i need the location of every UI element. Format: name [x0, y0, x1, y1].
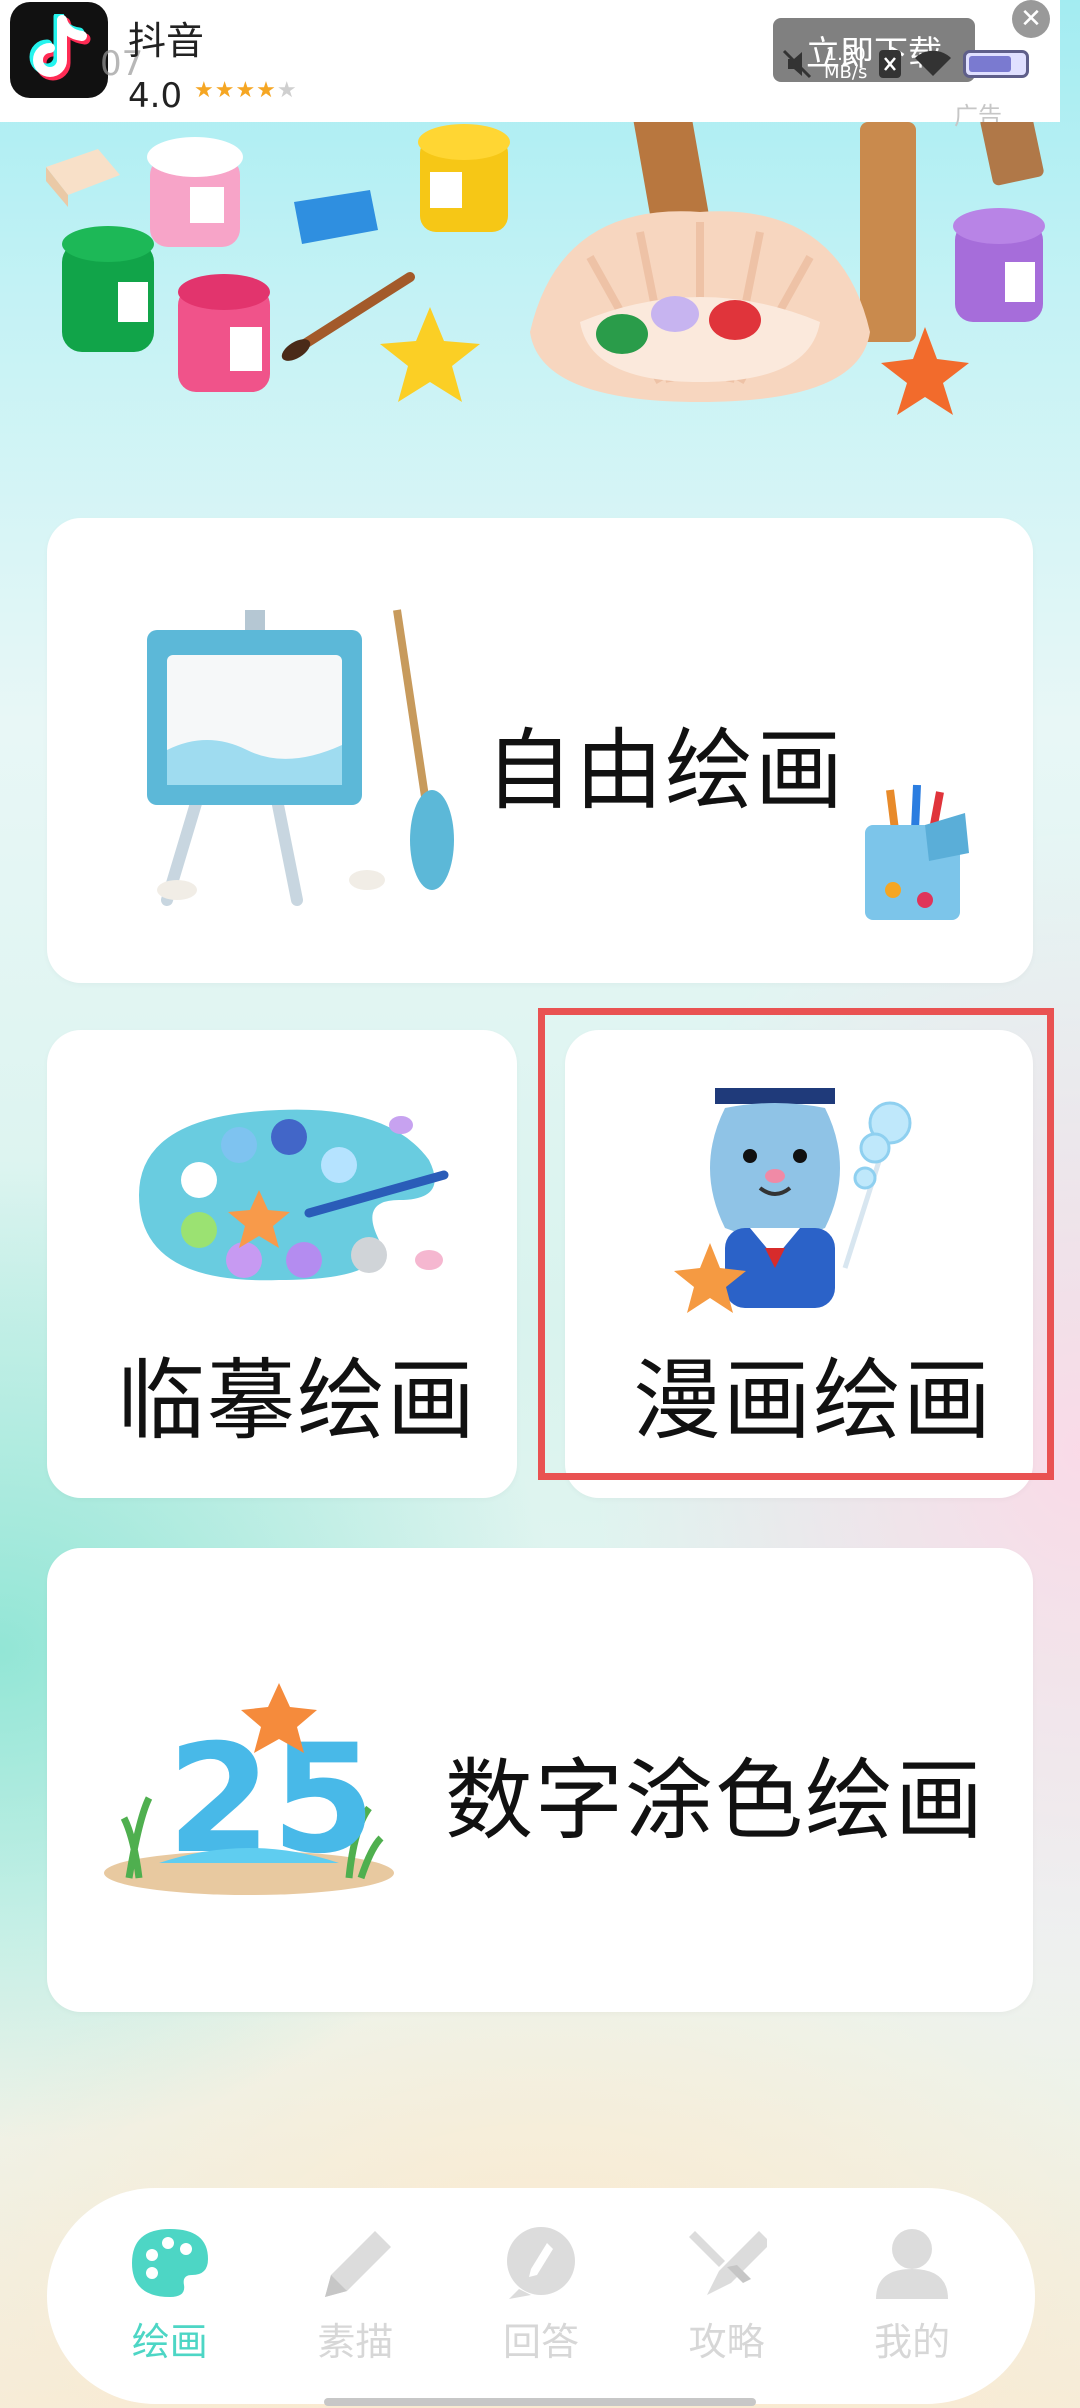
number-25-illustration: 25	[104, 1683, 394, 1895]
close-icon[interactable]: ✕	[1012, 0, 1050, 38]
network-speed: 1.90 MB/s	[824, 46, 867, 82]
douyin-app-icon[interactable]	[10, 2, 108, 98]
ad-banner[interactable]: 07 抖音 4.0 ★★★★★ 立即下载 ✕ 广告 1.90 MB/s	[0, 0, 1060, 130]
status-overlay: 1.90 MB/s	[780, 34, 1030, 94]
battery-icon	[963, 50, 1030, 78]
ad-rating-value: 4.0	[128, 76, 183, 116]
copy-drawing-label: 临摹绘画	[117, 1349, 478, 1452]
network-speed-unit: MB/s	[824, 62, 868, 83]
home-indicator[interactable]	[324, 2398, 756, 2406]
mute-icon	[782, 49, 812, 79]
art-supplies-banner	[46, 122, 1045, 415]
user-icon	[876, 2228, 949, 2299]
number-coloring-label: 数字涂色绘画	[445, 1749, 986, 1852]
copy-drawing-card[interactable]: 临摹绘画	[47, 1030, 517, 1498]
bottom-navigation: 绘画 素描 回答 攻略 我的	[47, 2188, 1035, 2404]
nav-label: 绘画	[131, 2319, 208, 2364]
nav-label: 回答	[502, 2319, 579, 2364]
easel-illustration	[147, 609, 454, 906]
nav-tab-guide[interactable]: 攻略	[652, 2227, 802, 2366]
palette-icon	[131, 2228, 208, 2297]
palette-illustration	[139, 1109, 449, 1281]
ad-app-name: 抖音	[128, 19, 205, 63]
selection-highlight	[538, 1008, 1054, 1480]
sim-disabled-icon	[879, 50, 902, 78]
wifi-icon	[915, 50, 952, 76]
free-drawing-label: 自由绘画	[485, 719, 846, 822]
pencil-icon	[325, 2230, 392, 2297]
nav-label: 素描	[317, 2319, 394, 2364]
guide-icon	[688, 2230, 767, 2295]
ad-rating-stars: ★★★★★	[194, 78, 298, 103]
free-drawing-card[interactable]: 自由绘画	[47, 518, 1033, 983]
nav-tab-profile[interactable]: 我的	[837, 2227, 987, 2366]
nav-tab-drawing[interactable]: 绘画	[95, 2227, 245, 2366]
nav-tab-answer[interactable]: 回答	[466, 2226, 616, 2366]
nav-label: 我的	[874, 2319, 951, 2364]
brush-box-illustration	[865, 784, 969, 920]
nav-label: 攻略	[688, 2319, 765, 2364]
nav-tab-sketch[interactable]: 素描	[280, 2227, 430, 2366]
number-coloring-card[interactable]: 25 数字涂色绘画	[47, 1548, 1033, 2012]
answer-icon	[506, 2226, 575, 2299]
